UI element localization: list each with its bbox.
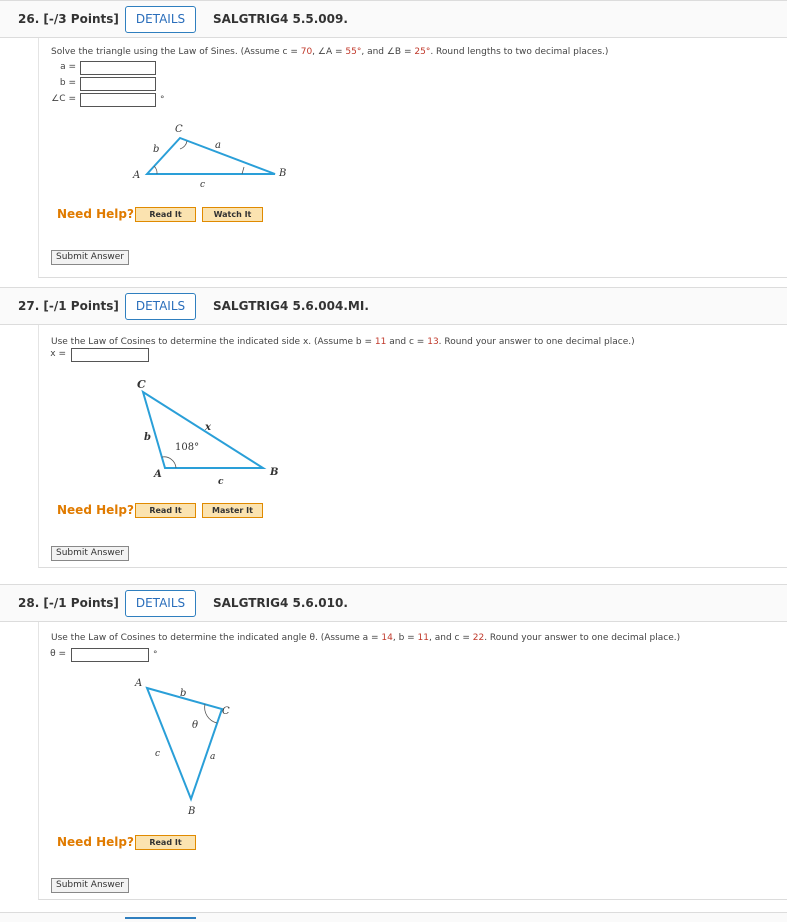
q26-read-it-button[interactable]: Read It: [135, 207, 196, 222]
q26-need-help: Need Help?: [57, 207, 134, 221]
q26-label-A: A: [132, 170, 140, 181]
q26-degree-symbol: °: [160, 95, 165, 105]
q27-angle-label: 108°: [175, 442, 199, 453]
q28-triangle-figure: A b C θ c a B: [134, 678, 230, 817]
q26-C-input[interactable]: [80, 93, 156, 107]
q26-label-b: b: [153, 144, 159, 155]
q27-prompt: Use the Law of Cosines to determine the …: [51, 337, 635, 347]
q27-triangle-figure: C x b 108° A c B: [137, 378, 278, 487]
q28-label-B: B: [187, 806, 195, 817]
q28-theta-input[interactable]: [71, 648, 149, 662]
q26-label-a: a: [215, 140, 221, 151]
q26-code: SALGTRIG4 5.5.009.: [213, 12, 348, 26]
q26-submit-button[interactable]: Submit Answer: [51, 250, 129, 265]
q27-label-A: A: [153, 469, 162, 480]
q28-degree-symbol: °: [153, 650, 158, 660]
q28-label-a: a: [210, 752, 215, 762]
q28-label-A: A: [134, 678, 142, 689]
q28-label-c: c: [155, 749, 160, 759]
q26-a-input[interactable]: [80, 61, 156, 75]
question-28-header: 28. [-/1 Points] DETAILS SALGTRIG4 5.6.0…: [0, 584, 787, 622]
q27-label-b: b: [144, 432, 151, 443]
q26-C-label: ∠C =: [51, 94, 76, 104]
question-27-header: 27. [-/1 Points] DETAILS SALGTRIG4 5.6.0…: [0, 287, 787, 325]
q28-label-C: C: [222, 706, 230, 717]
q28-prompt: Use the Law of Cosines to determine the …: [51, 633, 681, 643]
q28-need-help: Need Help?: [57, 835, 134, 849]
next-details-button-edge[interactable]: [125, 917, 196, 923]
q26-label-c: c: [200, 180, 205, 190]
q26-label-B: B: [278, 168, 286, 179]
next-question-header: [0, 912, 787, 922]
q26-watch-it-button[interactable]: Watch It: [202, 207, 263, 222]
q26-triangle: [144, 136, 276, 175]
question-26-number: 26. [-/3 Points]: [18, 12, 119, 26]
q27-code: SALGTRIG4 5.6.004.MI.: [213, 299, 369, 313]
q27-label-c: c: [218, 477, 224, 487]
q28-label-theta: θ: [192, 720, 198, 731]
q27-master-it-button[interactable]: Master It: [202, 503, 263, 518]
q26-a-label: a =: [60, 62, 76, 72]
q28-read-it-button[interactable]: Read It: [135, 835, 196, 850]
q28-triangle: [145, 686, 224, 802]
q28-code: SALGTRIG4 5.6.010.: [213, 596, 348, 610]
question-28-number: 28. [-/1 Points]: [18, 596, 119, 610]
q27-label-C: C: [137, 378, 146, 391]
q26-label-C: C: [175, 124, 183, 135]
q27-need-help: Need Help?: [57, 503, 134, 517]
q27-label-x: x: [204, 422, 212, 433]
q27-triangle: [141, 389, 267, 469]
q26-prompt: Solve the triangle using the Law of Sine…: [51, 47, 609, 57]
question-27-number: 27. [-/1 Points]: [18, 299, 119, 313]
q27-submit-button[interactable]: Submit Answer: [51, 546, 129, 561]
q28-submit-button[interactable]: Submit Answer: [51, 878, 129, 893]
q27-x-input[interactable]: [71, 348, 149, 362]
q26-triangle-figure: C a b A B c: [132, 124, 286, 190]
q28-label-b: b: [180, 688, 186, 699]
q26-b-label: b =: [59, 78, 76, 88]
q27-details-button[interactable]: DETAILS: [125, 293, 196, 320]
q27-label-B: B: [269, 467, 278, 478]
q26-details-button[interactable]: DETAILS: [125, 6, 196, 33]
q27-read-it-button[interactable]: Read It: [135, 503, 196, 518]
q27-x-label: x =: [50, 349, 66, 359]
q28-details-button[interactable]: DETAILS: [125, 590, 196, 617]
question-26-header: 26. [-/3 Points] DETAILS SALGTRIG4 5.5.0…: [0, 0, 787, 38]
q26-b-input[interactable]: [80, 77, 156, 91]
q28-theta-label: θ =: [50, 649, 66, 659]
